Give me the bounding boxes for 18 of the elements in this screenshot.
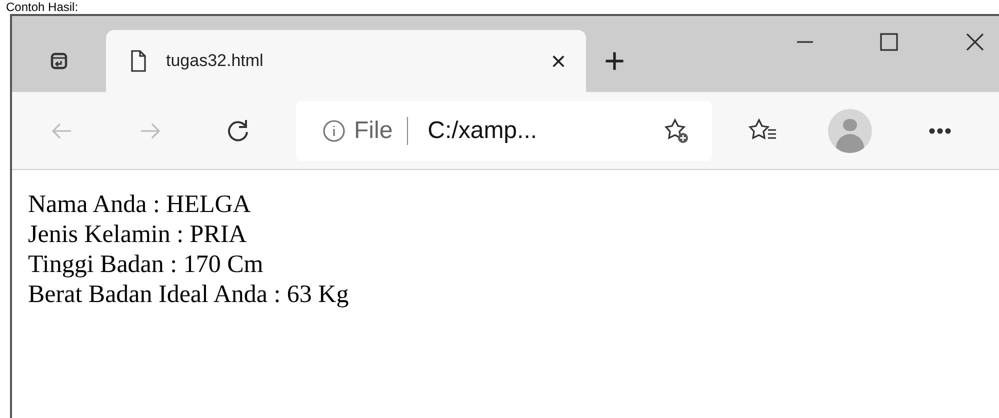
profile-avatar[interactable] bbox=[828, 108, 872, 152]
result-line: Tinggi Badan : 170 Cm bbox=[28, 250, 264, 280]
caption: Contoh Hasil: bbox=[6, 0, 78, 14]
url-scheme: File bbox=[354, 116, 393, 146]
result-line: Nama Anda : HELGA bbox=[28, 190, 252, 220]
info-icon[interactable] bbox=[322, 118, 346, 142]
more-icon[interactable] bbox=[928, 126, 952, 134]
result-line: Jenis Kelamin : PRIA bbox=[28, 220, 248, 250]
result-line: Berat Badan Ideal Anda : 63 Kg bbox=[28, 280, 350, 310]
address-bar[interactable]: File C:/xamp... bbox=[296, 100, 712, 160]
new-tab-button[interactable]: + bbox=[604, 43, 626, 79]
maximize-icon[interactable] bbox=[877, 30, 901, 54]
tab-title: tugas32.html bbox=[166, 50, 264, 72]
browser-tab[interactable]: tugas32.html × bbox=[106, 30, 586, 92]
page-icon[interactable] bbox=[128, 49, 148, 73]
add-favorite-icon[interactable] bbox=[662, 116, 690, 144]
tab-close-button[interactable]: × bbox=[550, 48, 566, 74]
url-text: C:/xamp... bbox=[428, 116, 538, 146]
